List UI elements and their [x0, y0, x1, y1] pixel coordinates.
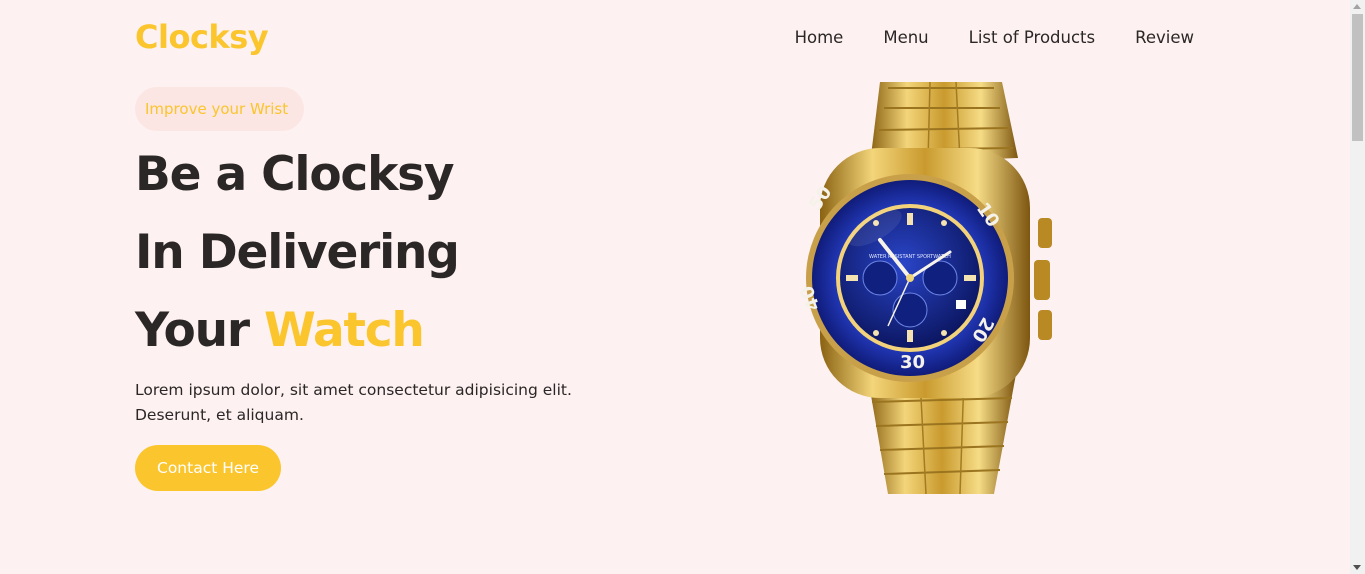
- nav-item-list-of-products[interactable]: List of Products: [969, 28, 1095, 47]
- brand-logo[interactable]: Clocksy: [135, 18, 269, 56]
- headline-line-3-prefix: Your: [135, 303, 265, 358]
- hero-description: Lorem ipsum dolor, sit amet consectetur …: [135, 381, 572, 424]
- headline-accent-word: Watch: [264, 303, 425, 358]
- svg-text:30: 30: [900, 352, 925, 373]
- scroll-up-arrow-icon[interactable]: [1353, 4, 1361, 9]
- main-nav: Home Menu List of Products Review: [795, 28, 1194, 47]
- scrollbar-thumb[interactable]: [1352, 14, 1363, 141]
- nav-item-home[interactable]: Home: [795, 28, 844, 47]
- headline-line-2: In Delivering: [135, 225, 460, 280]
- headline-line-1: Be a Clocksy: [135, 147, 455, 202]
- scroll-down-arrow-icon[interactable]: [1353, 565, 1361, 570]
- nav-item-menu[interactable]: Menu: [883, 28, 928, 47]
- contact-button[interactable]: Contact Here: [135, 445, 281, 491]
- nav-item-review[interactable]: Review: [1135, 28, 1194, 47]
- tagline-pill: Improve your Wrist: [135, 87, 305, 131]
- page-scrollbar[interactable]: [1350, 0, 1365, 574]
- hero-headline: Be a Clocksy In Delivering Your Watch: [135, 136, 460, 370]
- watch-image: 50 10 20 30 40 WATER RESISTANT SPORTWATC…: [796, 81, 1052, 495]
- headline-line-3: Your Watch: [135, 292, 459, 370]
